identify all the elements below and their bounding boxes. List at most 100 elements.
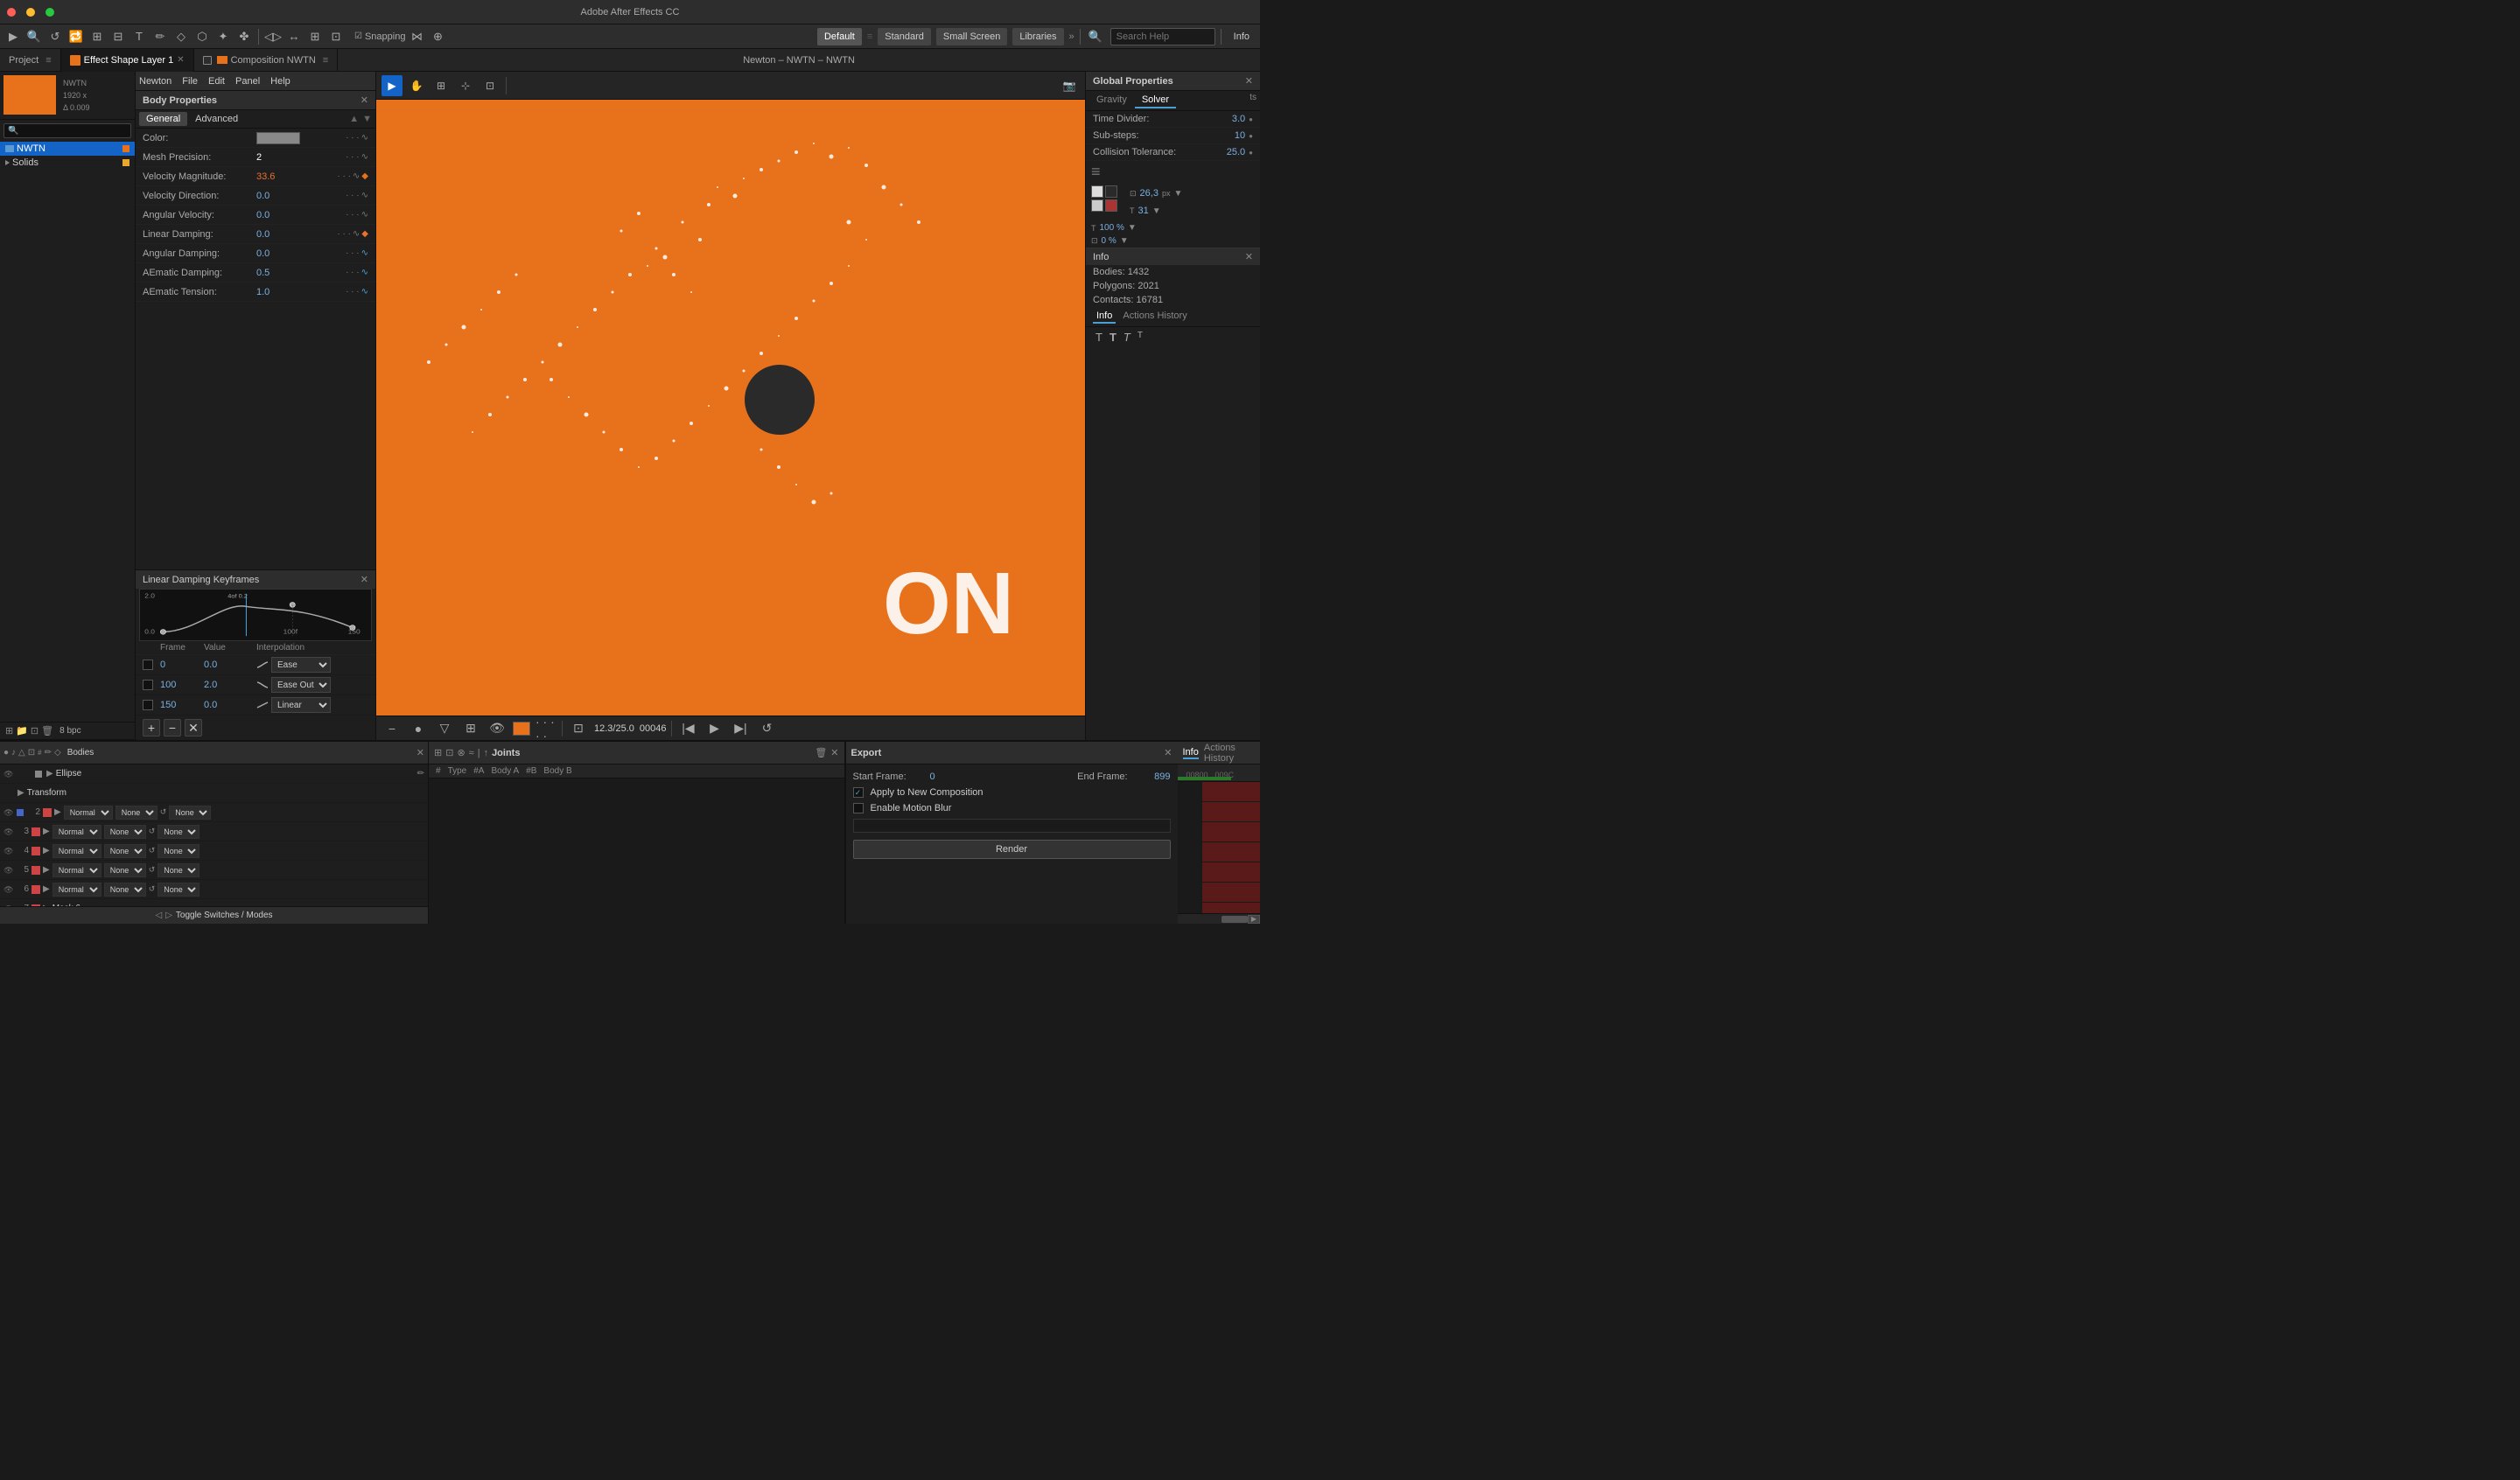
tl-none2-2[interactable]: None bbox=[169, 806, 211, 820]
prop-ang-damp-wave[interactable]: ∿ bbox=[361, 248, 368, 258]
tl-vis-4[interactable]: 👁 bbox=[4, 847, 12, 855]
effect-tab-close[interactable]: ✕ bbox=[177, 55, 184, 65]
workspace-standard-btn[interactable]: Standard bbox=[878, 28, 931, 45]
tl-scrollbar[interactable]: ▶ bbox=[1178, 913, 1261, 924]
tl-actions-tab[interactable]: Actions History bbox=[1204, 743, 1255, 764]
tl-vis-3[interactable]: 👁 bbox=[4, 827, 12, 836]
tl-none2-5[interactable]: None bbox=[158, 863, 200, 877]
target-tool[interactable]: ⊡ bbox=[480, 75, 500, 96]
info-tab-actions[interactable]: Actions History bbox=[1119, 310, 1190, 324]
global-props-more[interactable]: ts bbox=[1250, 93, 1256, 108]
prop-mesh-wave[interactable]: ∿ bbox=[361, 152, 368, 162]
paint-tool[interactable]: ⬡ bbox=[192, 27, 212, 46]
tl-vis-6[interactable]: 👁 bbox=[4, 885, 12, 894]
tl-vis-2[interactable]: 👁 bbox=[4, 808, 12, 817]
tl-none2-3[interactable]: None bbox=[158, 825, 200, 839]
scroll-left-icon[interactable]: ≡ bbox=[1091, 163, 1101, 181]
newton-menu-panel[interactable]: Panel bbox=[235, 76, 260, 87]
tl-vis-ellipse[interactable]: 👁 bbox=[4, 770, 12, 778]
move-tool[interactable]: ◁▷ bbox=[263, 27, 283, 46]
composition-tab[interactable]: Composition NWTN ≡ bbox=[194, 49, 339, 72]
workspace-libraries-btn[interactable]: Libraries bbox=[1012, 28, 1063, 45]
tl-cycle-2[interactable]: ↺ bbox=[160, 807, 167, 817]
prop-lin-damp-keyframe[interactable]: ◆ bbox=[361, 229, 368, 239]
prop-ang-vel-wave[interactable]: ∿ bbox=[361, 210, 368, 220]
kf-interp-select-2[interactable]: EaseEase OutLinear bbox=[271, 697, 331, 713]
newton-menu-edit[interactable]: Edit bbox=[208, 76, 225, 87]
export-close[interactable]: ✕ bbox=[1164, 747, 1172, 758]
tl-solo-icon[interactable]: ● bbox=[4, 748, 9, 757]
prop-aemat-tens-wave[interactable]: ∿ bbox=[361, 287, 368, 297]
joints-close[interactable]: ✕ bbox=[830, 747, 838, 758]
grid-snap-btn[interactable]: ⊞ bbox=[460, 718, 481, 739]
prop-color-wave[interactable]: ∿ bbox=[361, 133, 368, 143]
render-button[interactable]: Render bbox=[853, 840, 1171, 859]
tl-mode-4[interactable]: Normal bbox=[52, 844, 102, 858]
tl-mode-6[interactable]: Normal bbox=[52, 883, 102, 897]
tl-cycle-4[interactable]: ↺ bbox=[149, 846, 156, 855]
kf-interp-select-1[interactable]: EaseEase OutLinear bbox=[271, 677, 331, 693]
anchor-tool[interactable]: ⊹ bbox=[455, 75, 476, 96]
step-btn[interactable]: ▶| bbox=[730, 718, 751, 739]
project-item-solids[interactable]: Solids bbox=[0, 156, 135, 170]
tl-expand-transform[interactable]: ▶ bbox=[18, 788, 24, 798]
size-down-arrow[interactable]: ▼ bbox=[1173, 189, 1182, 199]
canvas-color-swatch[interactable] bbox=[513, 722, 530, 736]
global-props-close[interactable]: ✕ bbox=[1245, 75, 1253, 87]
minimize-button[interactable] bbox=[26, 8, 35, 17]
close-button[interactable] bbox=[7, 8, 16, 17]
clone-tool[interactable]: ✦ bbox=[214, 27, 233, 46]
prop-vel-mag-keyframe[interactable]: ◆ bbox=[361, 171, 368, 181]
tl-cycle-6[interactable]: ↺ bbox=[149, 884, 156, 894]
tl-keyframe-icon[interactable]: ◇ bbox=[54, 748, 61, 757]
tab-solver[interactable]: Solver bbox=[1135, 93, 1176, 108]
grid-tool[interactable]: ⊞ bbox=[305, 27, 325, 46]
tl-none2-6[interactable]: None bbox=[158, 883, 200, 897]
play-btn[interactable]: ▶ bbox=[704, 718, 724, 739]
joint-icon-2[interactable]: ⊡ bbox=[445, 747, 453, 758]
comp-new-icon[interactable]: ⊡ bbox=[31, 725, 38, 737]
workspace-default-btn[interactable]: Default bbox=[817, 28, 862, 45]
canvas-size-icon[interactable]: ⊡ bbox=[568, 718, 589, 739]
newton-menu-help[interactable]: Help bbox=[270, 76, 290, 87]
text-fmt-regular[interactable]: T bbox=[1093, 330, 1105, 345]
tl-pencil-icon[interactable]: ✏ bbox=[45, 748, 52, 757]
joint-icon-5[interactable]: | bbox=[478, 748, 480, 758]
joint-icon-4[interactable]: ≈ bbox=[469, 748, 474, 758]
pen-tool-2[interactable]: ✏ bbox=[150, 27, 170, 46]
arrow-tool[interactable]: ▶ bbox=[382, 75, 402, 96]
snapping-toggle[interactable]: ☑ Snapping bbox=[354, 31, 405, 42]
zoom-tool[interactable]: 🔁 bbox=[66, 27, 86, 46]
color-box-dark[interactable] bbox=[1105, 185, 1117, 198]
tl-mode-5[interactable]: Normal bbox=[52, 863, 102, 877]
tl-expand-2[interactable]: ▶ bbox=[54, 807, 61, 817]
trash-icon[interactable]: 🗑 bbox=[41, 725, 53, 737]
body-props-close[interactable]: ✕ bbox=[360, 94, 368, 106]
tl-none2-4[interactable]: None bbox=[158, 844, 200, 858]
info-tab-info[interactable]: Info bbox=[1093, 310, 1116, 324]
text-tool[interactable]: T bbox=[130, 27, 149, 46]
snap-icon-1[interactable]: ⋈ bbox=[407, 27, 426, 46]
joint-icon-3[interactable]: ⊗ bbox=[457, 747, 465, 758]
body-props-tab-general[interactable]: General bbox=[139, 112, 187, 126]
tl-expand-3[interactable]: ▶ bbox=[43, 827, 50, 836]
bodies-close-btn[interactable]: ✕ bbox=[416, 747, 424, 758]
tl-prev-frame-btn[interactable]: ◁ bbox=[155, 911, 162, 920]
tl-expand-4[interactable]: ▶ bbox=[43, 846, 50, 855]
shape-tool[interactable]: ◇ bbox=[172, 27, 191, 46]
tl-none-2[interactable]: None bbox=[116, 806, 158, 820]
color-box-red[interactable] bbox=[1105, 199, 1117, 212]
project-tab[interactable]: Project ≡ bbox=[0, 49, 61, 72]
kf-add-btn[interactable]: + bbox=[143, 719, 160, 737]
camera-tool[interactable]: ↺ bbox=[46, 27, 65, 46]
puppet-tool[interactable]: ✤ bbox=[234, 27, 254, 46]
mask-btn[interactable]: 👁 bbox=[486, 718, 508, 739]
prop-vel-mag-wave[interactable]: ∿ bbox=[353, 171, 360, 181]
kf-checkbox-0[interactable] bbox=[143, 660, 153, 670]
tab-gravity[interactable]: Gravity bbox=[1089, 93, 1134, 108]
color-box-white[interactable] bbox=[1091, 185, 1103, 198]
tl-none-5[interactable]: None bbox=[104, 863, 146, 877]
tl-pencil-ellipse[interactable]: ✏ bbox=[417, 769, 424, 778]
folder-new-icon[interactable]: 📁 bbox=[16, 725, 28, 737]
snap-btn[interactable]: ▽ bbox=[434, 718, 455, 739]
